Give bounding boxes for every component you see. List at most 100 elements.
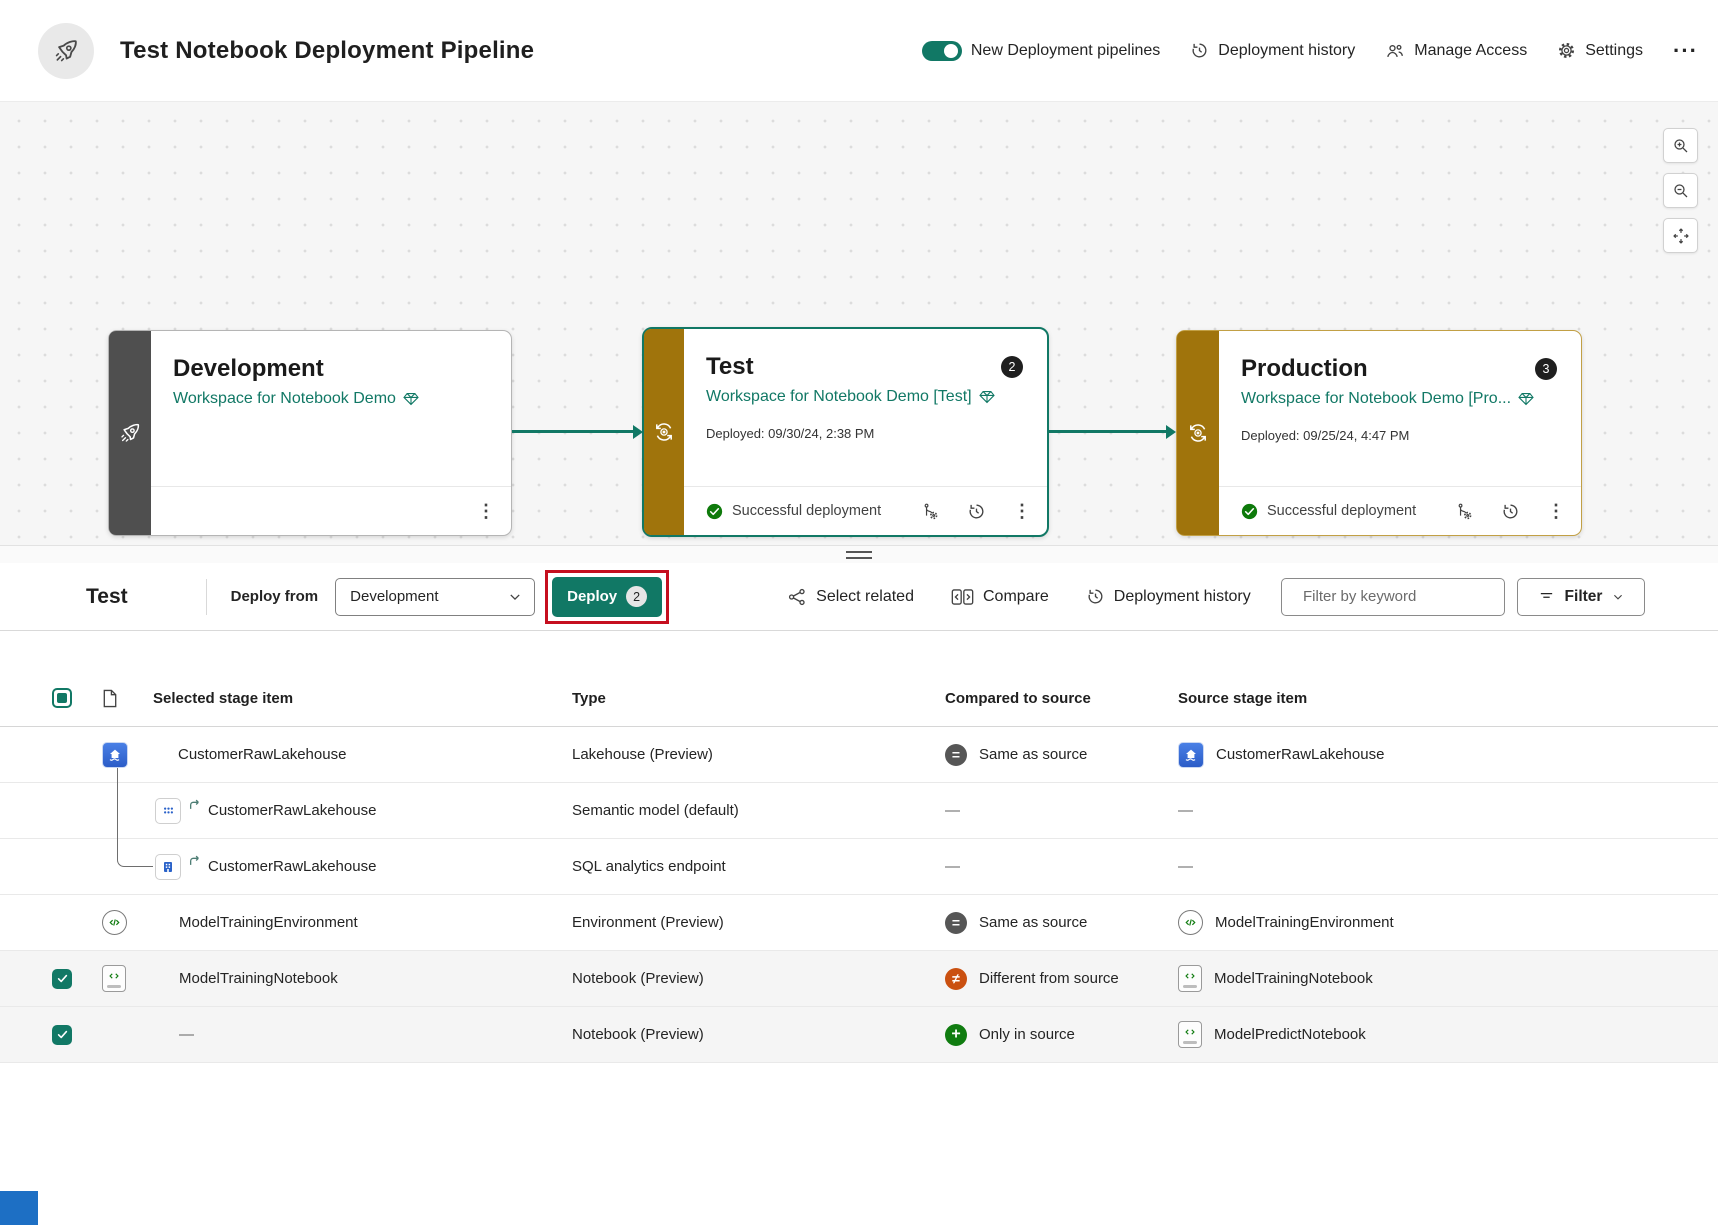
sync-icon [1190, 424, 1206, 442]
workspace-link[interactable]: Workspace for Notebook Demo [Pro... [1241, 390, 1565, 408]
stage-history-button[interactable] [967, 502, 986, 521]
compared-status: Only in source [979, 1026, 1075, 1043]
deploy-from-select[interactable]: Development [335, 577, 536, 616]
rocket-icon [121, 423, 140, 442]
deploy-button[interactable]: Deploy 2 [552, 576, 663, 617]
select-all-checkbox[interactable] [52, 688, 72, 708]
filter-button[interactable]: Filter [1517, 577, 1645, 616]
item-name: — [179, 1026, 194, 1043]
stage-item-count-badge: 3 [1535, 358, 1557, 380]
more-options-button[interactable]: ··· [1673, 37, 1698, 63]
stage-card-footer: ⋮ [151, 486, 511, 535]
new-pipelines-toggle[interactable] [921, 40, 962, 61]
stage-card-development[interactable]: Development Workspace for Notebook Demo … [108, 330, 512, 536]
stage-more-button[interactable]: ⋮ [1013, 502, 1031, 520]
table-header-row: Selected stage item Type Compared to sou… [0, 670, 1718, 727]
child-link-arrow-icon [189, 855, 199, 865]
deployed-timestamp: Deployed: 09/30/24, 2:38 PM [706, 426, 875, 441]
source-item-name: ModelPredictNotebook [1214, 1026, 1366, 1043]
deploy-pipeline-icon [924, 503, 938, 519]
manage-access-button[interactable]: Manage Access [1385, 41, 1527, 61]
pipeline-avatar [38, 22, 94, 79]
semantic-model-icon [155, 797, 181, 824]
keyword-filter-input[interactable] [1303, 588, 1502, 605]
stage-rail-test [644, 329, 684, 535]
item-type: Notebook (Preview) [572, 1026, 704, 1043]
flow-arrow-test-to-prod [1049, 425, 1176, 438]
stage-more-button[interactable]: ⋮ [1547, 502, 1565, 520]
workspace-link[interactable]: Workspace for Notebook Demo [173, 390, 495, 408]
share-network-icon [789, 588, 805, 605]
compared-status: — [945, 858, 960, 875]
stage-more-button[interactable]: ⋮ [477, 502, 495, 520]
deploy-pipeline-icon [1458, 503, 1472, 519]
col-selected-stage-item: Selected stage item [153, 689, 294, 707]
table-row[interactable]: ModelTrainingEnvironment Environment (Pr… [0, 895, 1718, 951]
canvas-zoom-controls [1663, 128, 1698, 253]
stage-rail-development [109, 331, 151, 535]
stage-rail-production [1177, 331, 1219, 535]
deployment-history-button[interactable]: Deployment history [1190, 41, 1355, 60]
stage-history-button[interactable] [1501, 502, 1520, 521]
stage-card-production[interactable]: Production 3 Workspace for Notebook Demo… [1176, 330, 1582, 536]
row-checkbox[interactable] [52, 968, 72, 989]
compared-status: Same as source [979, 914, 1088, 931]
compare-button[interactable]: Compare [951, 587, 1049, 607]
table-row[interactable]: ModelTrainingNotebook Notebook (Preview)… [0, 951, 1718, 1007]
settings-button[interactable]: Settings [1557, 41, 1643, 60]
deployment-status: Successful deployment [1267, 503, 1417, 519]
table-row[interactable]: CustomerRawLakehouse Lakehouse (Preview)… [0, 727, 1718, 783]
chevron-down-icon [510, 593, 520, 600]
deploy-stage-button[interactable] [921, 502, 940, 521]
select-related-button[interactable]: Select related [787, 587, 914, 607]
zoom-out-button[interactable] [1663, 173, 1698, 208]
stage-item-count-badge: 2 [1001, 356, 1023, 378]
history-clock-icon [1088, 589, 1103, 604]
history-clock-icon [1192, 43, 1207, 58]
flow-arrow-dev-to-test [512, 425, 643, 438]
chevron-down-icon [1614, 594, 1623, 600]
table-row[interactable]: CustomerRawLakehouse Semantic model (def… [0, 768, 1718, 839]
compare-icon [951, 588, 974, 605]
document-icon [103, 689, 117, 707]
stage-title: Test [706, 353, 754, 380]
row-checkbox[interactable] [52, 1024, 72, 1045]
success-check-icon [706, 503, 723, 519]
people-icon [1387, 44, 1404, 57]
compared-status: Same as source [979, 746, 1088, 763]
deploy-stage-button[interactable] [1455, 502, 1474, 521]
panel-splitter[interactable] [0, 545, 1718, 563]
workspace-link[interactable]: Workspace for Notebook Demo [Test] [706, 388, 1031, 406]
pipeline-canvas[interactable]: Development Workspace for Notebook Demo … [0, 101, 1718, 545]
deployment-status: Successful deployment [732, 503, 882, 519]
new-pipelines-toggle-group: New Deployment pipelines [921, 40, 1160, 61]
different-from-source-icon: ≠ [945, 967, 967, 990]
item-name: CustomerRawLakehouse [208, 858, 377, 875]
item-name: CustomerRawLakehouse [178, 746, 347, 763]
table-row[interactable]: CustomerRawLakehouse SQL analytics endpo… [0, 768, 1718, 895]
same-as-source-icon: = [945, 911, 967, 934]
gem-icon [1518, 393, 1534, 406]
environment-icon [1178, 910, 1203, 935]
notebook-icon [1178, 1021, 1202, 1048]
zoom-in-icon [1673, 138, 1687, 152]
child-link-arrow-icon [189, 799, 199, 809]
table-row[interactable]: — Notebook (Preview) + Only in source Mo… [0, 1007, 1718, 1063]
fit-to-screen-button[interactable] [1663, 218, 1698, 253]
same-as-source-icon: = [945, 743, 967, 766]
lakehouse-icon [102, 741, 128, 768]
stage-card-test[interactable]: Test 2 Workspace for Notebook Demo [Test… [642, 327, 1049, 537]
sync-icon [656, 423, 672, 441]
keyword-filter-searchbox [1281, 577, 1505, 616]
deploy-highlight-annotation: Deploy 2 [545, 569, 670, 624]
item-name: CustomerRawLakehouse [208, 802, 377, 819]
zoom-in-button[interactable] [1663, 128, 1698, 163]
col-type: Type [572, 689, 606, 707]
source-item-name: — [1178, 802, 1193, 819]
environment-icon [102, 910, 127, 935]
zoom-out-icon [1673, 183, 1687, 197]
ellipsis-icon: ··· [1673, 37, 1698, 63]
col-compared-to-source: Compared to source [945, 689, 1091, 707]
history-clock-icon [969, 503, 984, 518]
stage-deployment-history-button[interactable]: Deployment history [1086, 587, 1251, 606]
